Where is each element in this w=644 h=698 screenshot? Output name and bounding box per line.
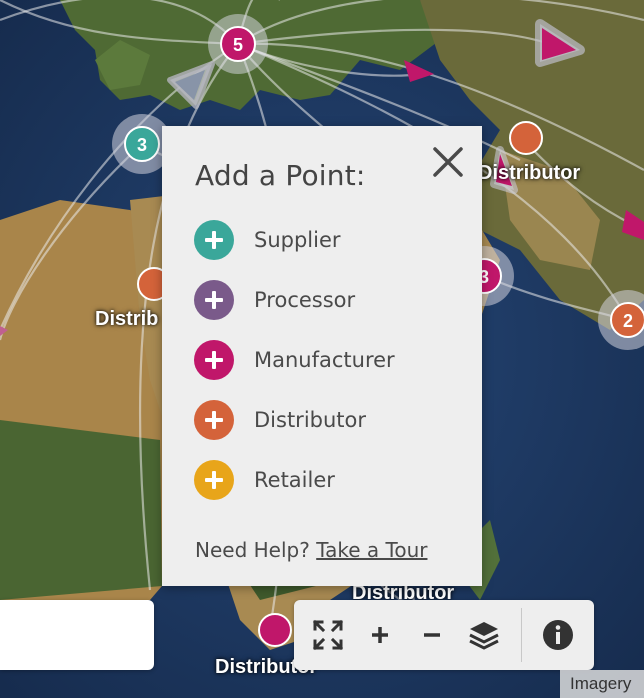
info-icon bbox=[543, 620, 573, 650]
add-manufacturer-item[interactable]: Manufacturer bbox=[194, 340, 395, 380]
add-processor-item[interactable]: Processor bbox=[194, 280, 395, 320]
cluster-count-distributor: 2 bbox=[623, 311, 633, 331]
help-prefix: Need Help? bbox=[195, 538, 310, 562]
point-type-menu: Supplier Processor Manufacturer Distribu… bbox=[194, 220, 395, 520]
menu-item-label: Retailer bbox=[254, 468, 335, 492]
plus-icon bbox=[194, 220, 234, 260]
zoom-in-button[interactable] bbox=[362, 617, 398, 653]
map-label-distributor: Distributor bbox=[478, 162, 581, 184]
cluster-count-supplier: 3 bbox=[137, 135, 147, 155]
map-label-distributor-left: Distrib bbox=[95, 308, 159, 330]
popup-title: Add a Point: bbox=[195, 159, 366, 192]
zoom-in-icon bbox=[372, 627, 388, 643]
toolbar-divider bbox=[521, 608, 522, 662]
zoom-out-icon bbox=[424, 633, 440, 637]
info-button[interactable] bbox=[540, 617, 576, 653]
menu-item-label: Manufacturer bbox=[254, 348, 395, 372]
fullscreen-icon bbox=[312, 619, 344, 651]
map-toolbar bbox=[294, 600, 594, 670]
imagery-attribution: Imagery bbox=[560, 670, 644, 698]
take-tour-link[interactable]: Take a Tour bbox=[316, 538, 427, 562]
layers-button[interactable] bbox=[466, 617, 502, 653]
add-retailer-item[interactable]: Retailer bbox=[194, 460, 395, 500]
close-button[interactable] bbox=[430, 144, 466, 180]
plus-icon bbox=[194, 280, 234, 320]
layers-icon bbox=[469, 622, 499, 650]
close-icon bbox=[433, 147, 463, 177]
add-distributor-item[interactable]: Distributor bbox=[194, 400, 395, 440]
menu-item-label: Distributor bbox=[254, 408, 367, 432]
add-point-popup: Add a Point: Supplier Processor Manufact… bbox=[162, 126, 482, 586]
plus-icon bbox=[194, 400, 234, 440]
menu-item-label: Supplier bbox=[254, 228, 341, 252]
plus-icon bbox=[194, 340, 234, 380]
add-supplier-item[interactable]: Supplier bbox=[194, 220, 395, 260]
help-text: Need Help? Take a Tour bbox=[195, 538, 427, 562]
zoom-out-button[interactable] bbox=[414, 617, 450, 653]
search-box[interactable] bbox=[0, 600, 154, 670]
fullscreen-button[interactable] bbox=[310, 617, 346, 653]
cluster-count-manufacturer: 5 bbox=[233, 35, 243, 55]
plus-icon bbox=[194, 460, 234, 500]
menu-item-label: Processor bbox=[254, 288, 356, 312]
